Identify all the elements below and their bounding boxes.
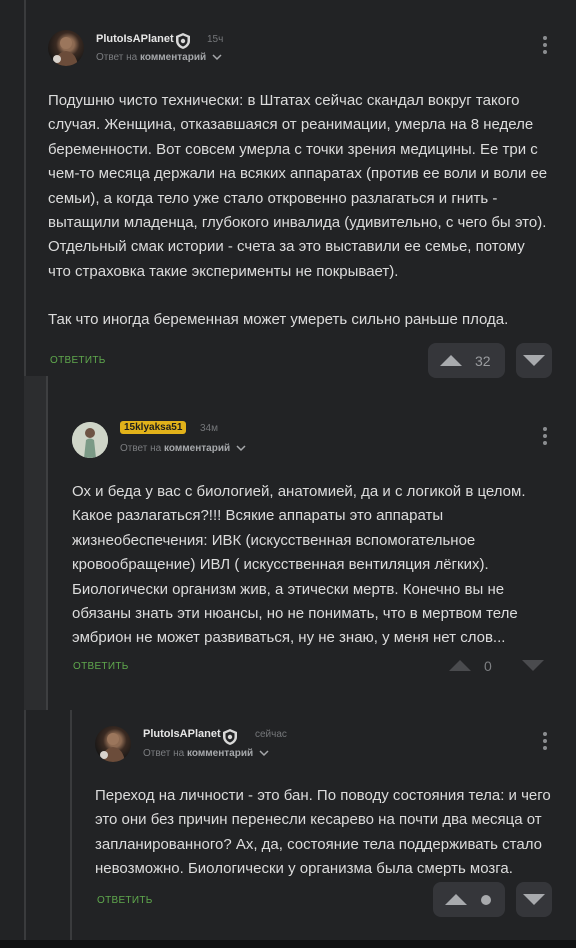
comment-body: Ох и беда у вас с биологией, анатомией, … — [72, 480, 542, 651]
kebab-menu-icon[interactable] — [542, 36, 548, 58]
reply-button[interactable]: ОТВЕТИТЬ — [50, 355, 106, 366]
arrow-up-icon — [445, 894, 467, 905]
chevron-down-icon — [212, 54, 222, 60]
timestamp: сейчас — [255, 729, 287, 740]
upvote-button[interactable] — [433, 882, 505, 917]
vote-count: 32 — [475, 353, 491, 369]
avatar[interactable] — [95, 726, 131, 762]
username[interactable]: 15klyaksa51 — [120, 421, 187, 434]
comment-paragraph: Подушню чисто технически: в Штатах сейча… — [48, 92, 548, 280]
reply-to-prefix: Ответ на — [96, 52, 138, 63]
kebab-menu-icon[interactable] — [542, 427, 548, 449]
arrow-down-icon — [523, 894, 545, 905]
downvote-button[interactable] — [516, 882, 552, 917]
vote-pending-dot — [481, 895, 491, 905]
username[interactable]: PlutoIsAPlanet — [96, 33, 174, 45]
shield-check-icon — [176, 33, 190, 49]
reply-to-target: комментарий — [164, 443, 231, 454]
downvote-button[interactable] — [516, 343, 552, 378]
arrow-down-icon — [523, 355, 545, 366]
chevron-down-icon — [236, 445, 246, 451]
comment-body: Подушню чисто технически: в Штатах сейча… — [48, 89, 548, 333]
reply-to-target: комментарий — [140, 52, 207, 63]
comment-paragraph: Так что иногда беременная может умереть … — [48, 311, 509, 329]
thread-line[interactable] — [70, 710, 72, 940]
arrow-up-icon[interactable] — [449, 660, 471, 671]
reply-to-link[interactable]: Ответ на комментарий — [120, 443, 246, 454]
arrow-up-icon — [440, 355, 462, 366]
upvote-button[interactable]: 32 — [428, 343, 505, 378]
vote-count: 0 — [484, 658, 492, 674]
reply-to-prefix: Ответ на — [143, 748, 185, 759]
thread-line-highlight[interactable] — [24, 376, 48, 710]
reply-to-prefix: Ответ на — [120, 443, 162, 454]
reply-button[interactable]: ОТВЕТИТЬ — [73, 661, 129, 672]
comment-paragraph: Ох и беда у вас с биологией, анатомией, … — [72, 483, 526, 647]
reply-to-link[interactable]: Ответ на комментарий — [143, 748, 269, 759]
thread-line[interactable] — [46, 376, 48, 710]
reply-to-link[interactable]: Ответ на комментарий — [96, 52, 222, 63]
username[interactable]: PlutoIsAPlanet — [143, 728, 221, 740]
reply-button[interactable]: ОТВЕТИТЬ — [97, 895, 153, 906]
reply-to-target: комментарий — [187, 748, 254, 759]
avatar[interactable] — [48, 30, 84, 66]
kebab-menu-icon[interactable] — [542, 732, 548, 754]
timestamp: 15ч — [207, 34, 224, 45]
arrow-down-icon[interactable] — [522, 660, 544, 671]
timestamp: 34м — [200, 423, 218, 434]
chevron-down-icon — [259, 750, 269, 756]
bottom-bar — [0, 940, 576, 948]
comment-paragraph: Переход на личности - это бан. По поводу… — [95, 787, 551, 878]
avatar[interactable] — [72, 422, 108, 458]
comment-body: Переход на личности - это бан. По поводу… — [95, 784, 557, 882]
shield-check-icon — [223, 729, 237, 745]
